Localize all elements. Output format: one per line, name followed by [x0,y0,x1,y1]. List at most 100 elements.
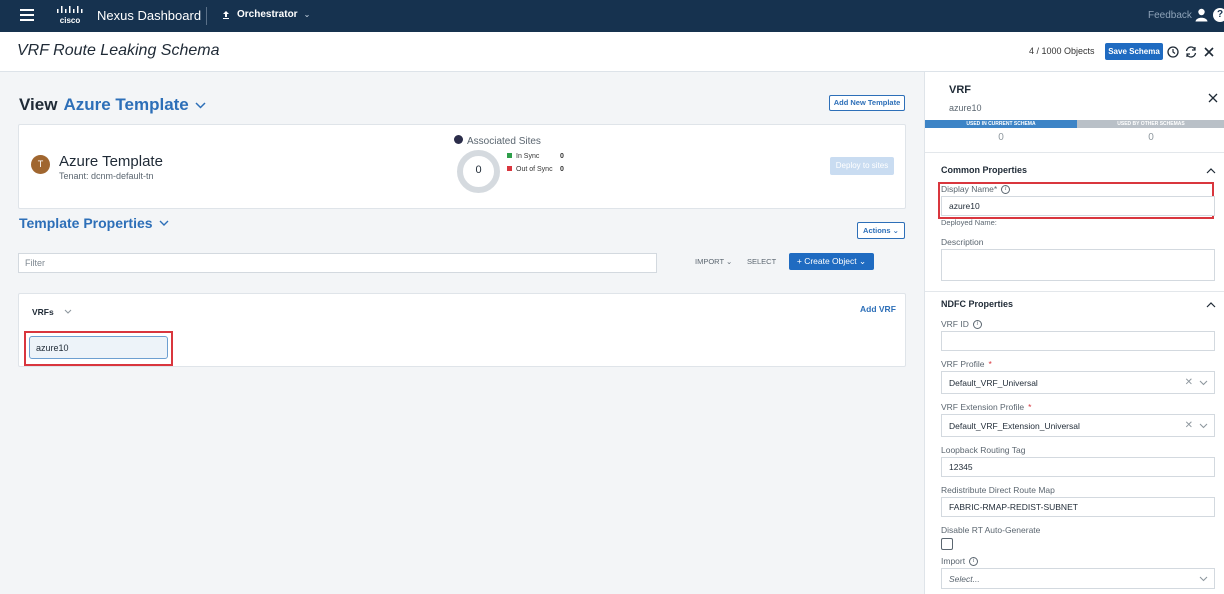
vrf-id-label: VRF ID i [941,319,982,329]
template-view-selector: View Azure Template [19,95,206,115]
template-summary-card: T Azure Template Tenant: dcnm-default-tn… [18,124,906,209]
chevron-up-icon[interactable] [1206,167,1216,175]
create-object-button[interactable]: + Create Object ⌄ [789,253,874,270]
redistribute-route-map-field[interactable]: FABRIC-RMAP-REDIST-SUBNET [941,497,1215,517]
panel-subtitle: azure10 [949,103,982,113]
add-vrf-link[interactable]: Add VRF [860,304,896,314]
divider [925,291,1224,292]
help-icon[interactable]: ? [1213,8,1224,22]
import-placeholder: Select... [949,573,980,584]
service-switcher[interactable]: Orchestrator ⌄ [221,9,310,20]
import-select[interactable]: Select... [941,568,1215,589]
divider [206,7,207,25]
chevron-up-icon[interactable] [1206,301,1216,309]
schema-canvas: View Azure Template Add New Template T A… [0,72,924,594]
chevron-down-icon[interactable] [1199,423,1208,429]
vrf-id-label-text: VRF ID [941,319,969,329]
actions-label: Actions [863,226,891,235]
import-label-text: Import [941,556,966,566]
display-name-label-text: Display Name* [941,184,998,194]
vrf-profile-select[interactable]: Default_VRF_Universal ✕ [941,371,1215,394]
actions-button[interactable]: Actions ⌄ [857,222,905,239]
vrfs-section: VRFs Add VRF azure10 [18,293,906,367]
template-avatar: T [31,155,50,174]
display-name-field[interactable]: azure10 [941,196,1215,216]
cisco-logo: cisco [54,4,86,28]
menu-icon[interactable] [20,9,34,21]
out-of-sync-swatch [507,166,512,171]
chevron-down-icon[interactable] [159,220,169,226]
select-button[interactable]: SELECT [747,257,776,266]
info-icon[interactable]: i [972,319,982,329]
divider [925,152,1224,153]
close-icon[interactable] [1202,45,1216,59]
used-by-other-count: 0 [1148,132,1154,143]
in-sync-label: In Sync [516,153,540,160]
sites-count: 0 [475,164,482,176]
refresh-icon[interactable] [1184,45,1198,59]
required-mark: * [1028,402,1032,412]
used-in-current-count: 0 [998,132,1004,143]
template-title: Azure Template [59,153,163,170]
deployed-name-label: Deployed Name: [941,218,997,227]
in-sync-swatch [507,153,512,158]
disable-rt-auto-generate-checkbox[interactable] [941,538,953,550]
vrf-item[interactable]: azure10 [29,336,168,359]
clear-icon[interactable]: ✕ [1185,420,1193,431]
filter-input[interactable] [18,253,657,273]
add-new-template-button[interactable]: Add New Template [829,95,905,111]
vrf-properties-panel: VRF azure10 USED IN CURRENT SCHEMA USED … [924,72,1224,594]
loopback-routing-tag-label: Loopback Routing Tag [941,445,1026,455]
vrfs-title[interactable]: VRFs [32,307,54,317]
save-schema-button[interactable]: Save Schema [1105,43,1163,60]
description-label: Description [941,237,984,247]
object-count: 4 / 1000 Objects [1029,46,1095,56]
clear-icon[interactable]: ✕ [1185,377,1193,388]
panel-title: VRF [949,84,971,96]
info-icon[interactable]: i [969,556,979,566]
loopback-routing-tag-field[interactable]: 12345 [941,457,1215,477]
feedback-link[interactable]: Feedback [1148,10,1192,21]
info-icon[interactable]: i [1001,184,1011,194]
chevron-down-icon[interactable] [1199,380,1208,386]
page-title: VRF Route Leaking Schema [17,42,220,59]
top-nav-bar: cisco Nexus Dashboard Orchestrator ⌄ Fee… [0,0,1224,32]
description-field[interactable] [941,249,1215,281]
vrf-extension-profile-value: Default_VRF_Extension_Universal [949,420,1080,431]
create-object-label: Create Object [804,256,857,266]
associated-sites-title: Associated Sites [467,136,541,147]
display-name-label: Display Name* i [941,184,1011,194]
vrf-profile-value: Default_VRF_Universal [949,377,1038,388]
import-dropdown[interactable]: IMPORT ⌄ [695,257,732,266]
history-icon[interactable] [1166,45,1180,59]
import-label: Import i [941,556,979,566]
in-sync-legend: In Sync [507,153,539,160]
import-label: IMPORT [695,257,724,266]
chevron-down-icon[interactable] [1199,576,1208,582]
vrf-id-field[interactable] [941,331,1215,351]
vrf-profile-label-text: VRF Profile [941,359,985,369]
template-properties-header: Template Properties [19,215,169,231]
redistribute-route-map-label: Redistribute Direct Route Map [941,485,1055,495]
common-properties-header[interactable]: Common Properties [941,165,1027,175]
vrf-extension-profile-label-text: VRF Extension Profile [941,402,1025,412]
sites-dot-icon [454,135,463,144]
out-of-sync-legend: Out of Sync [507,166,553,173]
user-icon[interactable] [1195,8,1208,22]
vrf-extension-profile-select[interactable]: Default_VRF_Extension_Universal ✕ [941,414,1215,437]
ndfc-properties-header[interactable]: NDFC Properties [941,299,1013,309]
template-name[interactable]: Azure Template [63,95,188,115]
tenant-label: Tenant: dcnm-default-tn [59,171,154,181]
out-of-sync-label: Out of Sync [516,166,553,173]
close-icon[interactable] [1207,92,1219,104]
view-label: View [19,95,58,114]
chevron-down-icon: ⌄ [303,10,311,19]
out-of-sync-value: 0 [560,166,564,173]
template-properties-title[interactable]: Template Properties [19,215,153,231]
in-sync-value: 0 [560,153,564,160]
deploy-to-sites-button[interactable]: Deploy to sites [830,157,894,175]
used-in-current-schema-bar: USED IN CURRENT SCHEMA [925,120,1077,128]
vrf-profile-label: VRF Profile * [941,359,992,369]
chevron-down-icon[interactable] [64,309,72,314]
chevron-down-icon[interactable] [195,101,206,109]
